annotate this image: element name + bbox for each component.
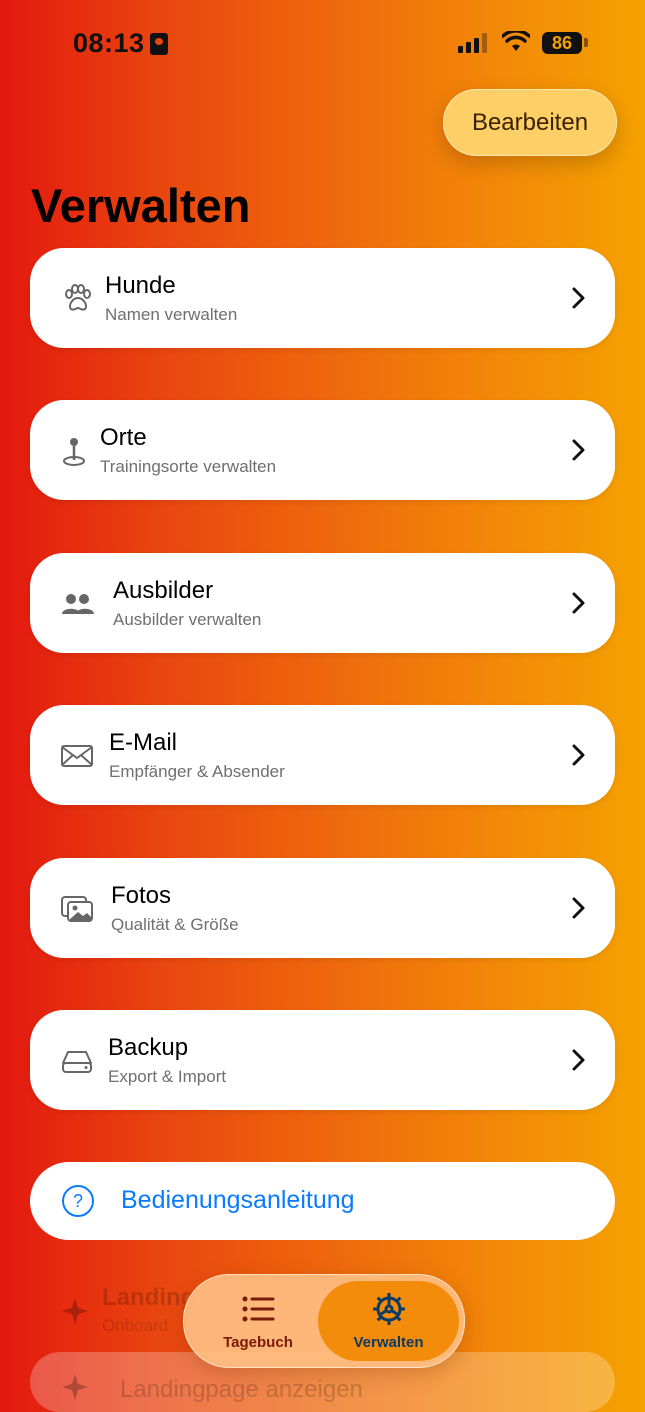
- edit-button[interactable]: Bearbeiten: [443, 89, 617, 156]
- chevron-right-icon: [572, 439, 585, 461]
- tab-manage[interactable]: Verwalten: [318, 1281, 459, 1361]
- row-subtitle: Trainingsorte verwalten: [100, 457, 277, 476]
- svg-text:?: ?: [73, 1191, 83, 1211]
- row-title: Ausbilder: [113, 577, 214, 604]
- row-title: Landing: [102, 1284, 196, 1311]
- tab-label: Verwalten: [353, 1334, 424, 1351]
- tab-label: Tagebuch: [223, 1334, 293, 1351]
- row-subtitle: Onboard: [102, 1316, 169, 1335]
- wifi-icon: [502, 31, 530, 51]
- battery-tip: [584, 38, 588, 47]
- gear-icon: [372, 1293, 405, 1325]
- row-title: Hunde: [105, 272, 176, 299]
- envelope-icon: [61, 745, 93, 767]
- row-subtitle: Ausbilder verwalten: [113, 610, 262, 629]
- cellular-signal-icon: [458, 33, 490, 53]
- chevron-right-icon: [572, 287, 585, 309]
- people-icon: [62, 594, 94, 614]
- sparkles-icon: [62, 1298, 88, 1324]
- row-subtitle: Qualität & Größe: [111, 915, 239, 934]
- chevron-right-icon: [572, 897, 585, 919]
- row-title: Fotos: [111, 882, 172, 909]
- row-title: Landingpage anzeigen: [120, 1376, 363, 1403]
- help-row[interactable]: ? Bedienungsanleitung: [30, 1162, 615, 1240]
- list-icon: [242, 1296, 275, 1322]
- chevron-right-icon: [572, 744, 585, 766]
- photos-icon: [61, 896, 93, 922]
- status-bar: 08:13 86: [0, 0, 645, 80]
- battery-indicator: 86: [542, 32, 582, 54]
- drive-icon: [62, 1051, 92, 1073]
- map-pin-icon: [63, 438, 85, 466]
- status-time: 08:13: [73, 28, 145, 58]
- row-title: E-Mail: [109, 729, 178, 756]
- row-title: Backup: [108, 1034, 189, 1061]
- row-places[interactable]: Orte Trainingsorte verwalten: [30, 400, 615, 500]
- contact-card-icon: [150, 33, 168, 55]
- row-title: Orte: [100, 424, 147, 451]
- tab-bar: Tagebuch Verwalten: [183, 1274, 465, 1368]
- row-photos[interactable]: Fotos Qualität & Größe: [30, 858, 615, 958]
- row-subtitle: Empfänger & Absender: [109, 762, 285, 781]
- row-subtitle: Namen verwalten: [105, 305, 238, 324]
- paw-icon: [65, 284, 91, 311]
- question-circle-icon: ?: [62, 1185, 94, 1217]
- row-subtitle: Export & Import: [108, 1067, 227, 1086]
- page-title: Verwalten: [31, 179, 251, 232]
- row-backup[interactable]: Backup Export & Import: [30, 1010, 615, 1110]
- chevron-right-icon: [572, 592, 585, 614]
- help-label: Bedienungsanleitung: [121, 1186, 355, 1214]
- tab-diary[interactable]: Tagebuch: [192, 1281, 324, 1361]
- row-dogs[interactable]: Hunde Namen verwalten: [30, 248, 615, 348]
- row-trainers[interactable]: Ausbilder Ausbilder verwalten: [30, 553, 615, 653]
- chevron-right-icon: [572, 1049, 585, 1071]
- row-email[interactable]: E-Mail Empfänger & Absender: [30, 705, 615, 805]
